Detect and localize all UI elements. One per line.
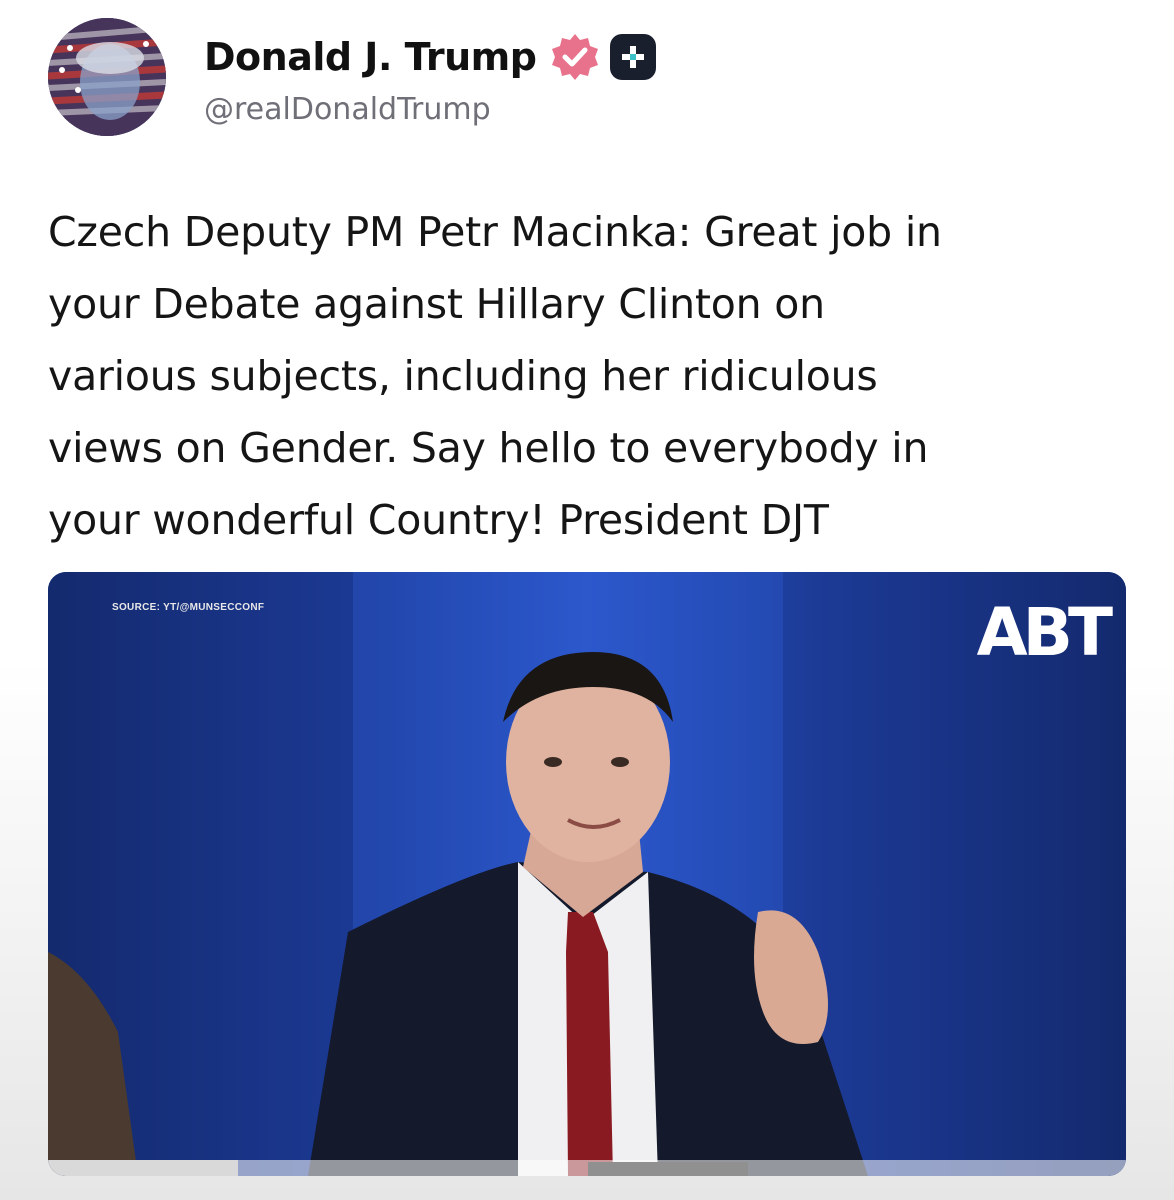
avatar[interactable] [48,18,166,136]
plus-badge-icon [610,34,657,80]
video-media[interactable]: SOURCE: YT/@MUNSECCONF ABT [48,572,1126,1176]
avatar-image [48,18,166,136]
author-display-name[interactable]: Donald J. Trump [204,35,537,79]
post-text: Czech Deputy PM Petr Macinka: Great job … [48,208,942,544]
author-name-row: Donald J. Trump [204,30,657,84]
video-progress-fill [48,1160,238,1176]
verified-badge-icon [550,32,600,82]
video-progress-bar[interactable] [48,1160,1126,1176]
post-card: Donald J. Trump @realDonaldTrump Czech D… [0,0,1174,1200]
video-frame [48,572,1126,1176]
author-handle[interactable]: @realDonaldTrump [204,92,491,127]
channel-logo: ABT [976,594,1113,671]
video-source-label: SOURCE: YT/@MUNSECCONF [112,602,265,613]
